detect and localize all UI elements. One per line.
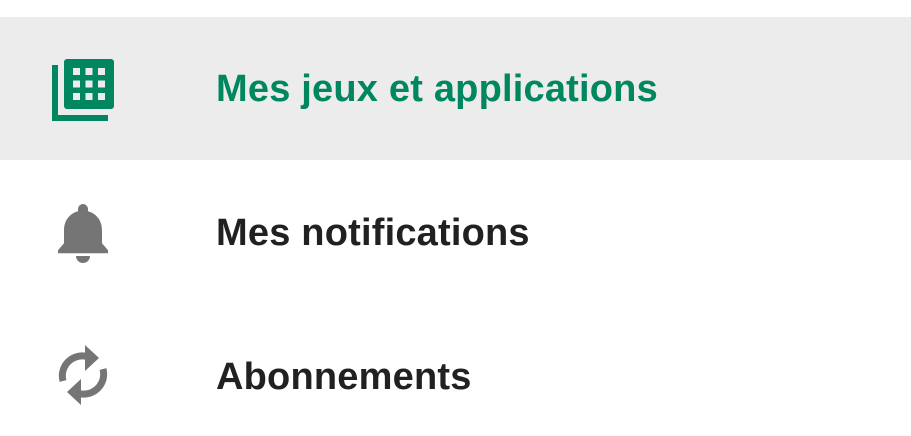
menu-item-label: Mes notifications — [216, 212, 530, 254]
apps-grid-icon — [51, 58, 115, 122]
menu-item-my-notifications[interactable]: Mes notifications — [0, 161, 911, 305]
refresh-icon — [51, 343, 115, 407]
navigation-menu: Mes jeux et applications Mes notificatio… — [0, 0, 911, 436]
bell-icon — [51, 201, 115, 265]
menu-item-label: Abonnements — [216, 356, 472, 398]
menu-item-label: Mes jeux et applications — [216, 68, 658, 110]
menu-item-subscriptions[interactable]: Abonnements — [0, 305, 911, 436]
menu-item-my-apps-games[interactable]: Mes jeux et applications — [0, 17, 911, 160]
